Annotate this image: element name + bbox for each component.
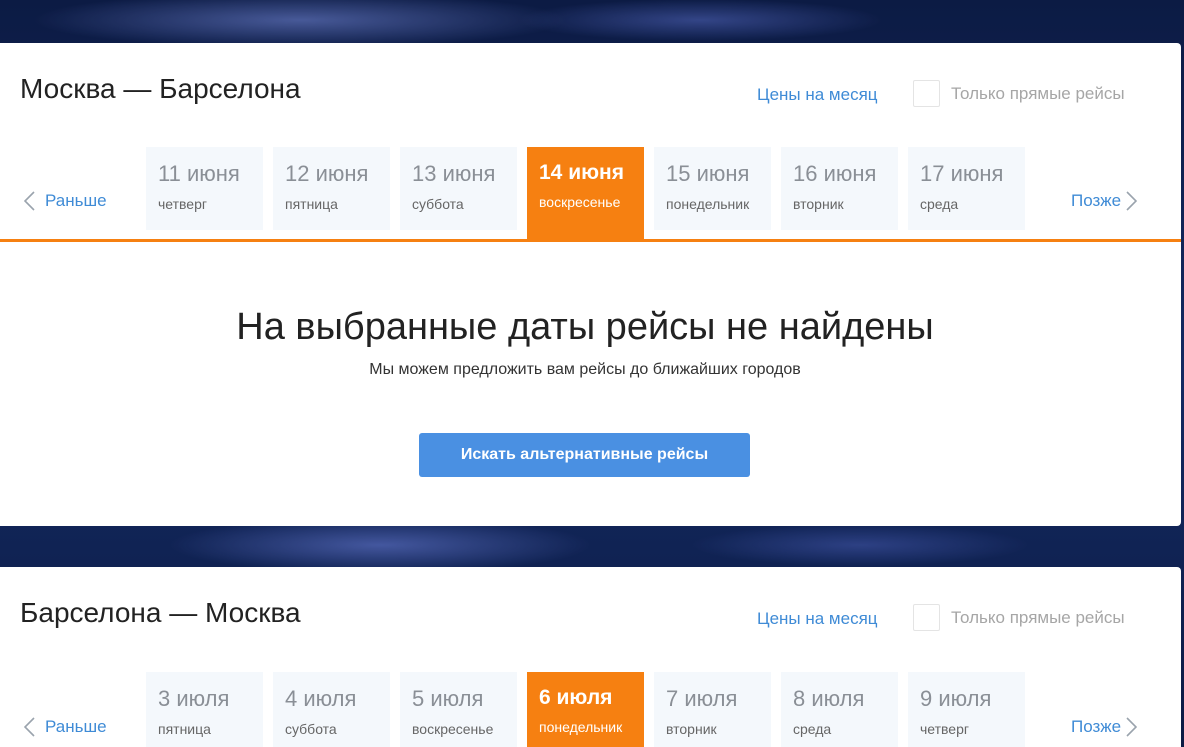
date-tab[interactable]: 15 июня понедельник xyxy=(654,147,771,230)
date-day: 16 июня xyxy=(793,161,877,186)
date-strip-underline xyxy=(0,239,1181,242)
date-weekday: пятница xyxy=(285,196,338,212)
date-day: 3 июля xyxy=(158,686,230,711)
date-tab[interactable]: 8 июля среда xyxy=(781,672,898,747)
date-day: 9 июля xyxy=(920,686,992,711)
date-day: 14 июня xyxy=(539,161,624,184)
date-weekday: понедельник xyxy=(666,196,750,212)
no-flights-subtitle: Мы можем предложить вам рейсы до ближайш… xyxy=(369,361,801,378)
date-tab[interactable]: 12 июня пятница xyxy=(273,147,390,230)
direct-only-label: Только прямые рейсы xyxy=(951,83,1125,103)
route-title: Москва — Барселона xyxy=(20,73,301,104)
date-weekday: четверг xyxy=(920,721,969,737)
direct-only-toggle[interactable]: Только прямые рейсы xyxy=(913,80,1125,107)
chevron-left-icon xyxy=(24,717,35,737)
date-day: 8 июля xyxy=(793,686,865,711)
date-tab[interactable]: 16 июня вторник xyxy=(781,147,898,230)
next-label: Позже xyxy=(1071,717,1122,736)
date-weekday: вторник xyxy=(793,196,844,212)
chevron-left-icon xyxy=(24,191,35,211)
date-day: 5 июля xyxy=(412,686,484,711)
date-day: 4 июля xyxy=(285,686,357,711)
date-tab[interactable]: 4 июля суббота xyxy=(273,672,390,747)
date-day: 11 июня xyxy=(158,161,240,186)
date-tab[interactable]: 13 июня суббота xyxy=(400,147,517,230)
next-label: Позже xyxy=(1071,191,1122,210)
date-weekday: суббота xyxy=(412,196,464,212)
direct-only-label: Только прямые рейсы xyxy=(951,607,1125,627)
date-weekday: четверг xyxy=(158,196,207,212)
date-tab[interactable]: 9 июля четверг xyxy=(908,672,1025,747)
next-dates-button[interactable]: Позже xyxy=(1071,717,1138,737)
date-weekday: среда xyxy=(920,196,959,212)
direct-only-checkbox[interactable] xyxy=(913,80,940,107)
month-prices-link[interactable]: Цены на месяц xyxy=(757,609,878,629)
direct-only-toggle[interactable]: Только прямые рейсы xyxy=(913,604,1125,631)
date-weekday: воскресенье xyxy=(539,194,621,210)
chevron-right-icon xyxy=(1126,191,1138,211)
prev-dates-button[interactable]: Раньше xyxy=(24,191,107,211)
date-tab[interactable]: 3 июля пятница xyxy=(146,672,263,747)
date-day: 7 июля xyxy=(666,686,738,711)
prev-label: Раньше xyxy=(45,717,107,736)
date-tab[interactable]: 5 июля воскресенье xyxy=(400,672,517,747)
date-weekday: пятница xyxy=(158,721,211,737)
date-strip: 11 июня четверг 12 июня пятница 13 июня суб… xyxy=(146,147,1035,240)
month-prices-link[interactable]: Цены на месяц xyxy=(757,85,878,105)
date-day: 13 июня xyxy=(412,161,496,186)
date-weekday: среда xyxy=(793,721,832,737)
route-title: Барселона — Москва xyxy=(20,597,301,628)
route-panel-return: Барселона — Москва Цены на месяц Только … xyxy=(0,567,1181,747)
date-tab[interactable]: 17 июня среда xyxy=(908,147,1025,230)
prev-dates-button[interactable]: Раньше xyxy=(24,717,107,737)
date-tab[interactable]: 11 июня четверг xyxy=(146,147,263,230)
direct-only-checkbox[interactable] xyxy=(913,604,940,631)
chevron-right-icon xyxy=(1126,717,1138,737)
route-panel-outbound: Москва — Барселона Цены на месяц Только … xyxy=(0,43,1181,526)
date-tab[interactable]: 7 июля вторник xyxy=(654,672,771,747)
date-day: 6 июля xyxy=(539,686,613,709)
date-weekday: воскресенье xyxy=(412,721,494,737)
date-strip: 3 июля пятница 4 июля суббота 5 июля воскре… xyxy=(146,672,1035,747)
date-day: 12 июня xyxy=(285,161,369,186)
next-dates-button[interactable]: Позже xyxy=(1071,191,1138,211)
date-day: 15 июня xyxy=(666,161,750,186)
date-weekday: суббота xyxy=(285,721,337,737)
prev-label: Раньше xyxy=(45,191,107,210)
date-tab-selected[interactable]: 14 июня воскресенье xyxy=(527,147,644,240)
date-day: 17 июня xyxy=(920,161,1004,186)
date-weekday: понедельник xyxy=(539,719,623,735)
date-weekday: вторник xyxy=(666,721,717,737)
no-flights-title: На выбранные даты рейсы не найдены xyxy=(236,306,934,348)
search-alternative-button[interactable]: Искать альтернативные рейсы xyxy=(419,433,750,477)
date-tab-selected[interactable]: 6 июля понедельник xyxy=(527,672,644,747)
